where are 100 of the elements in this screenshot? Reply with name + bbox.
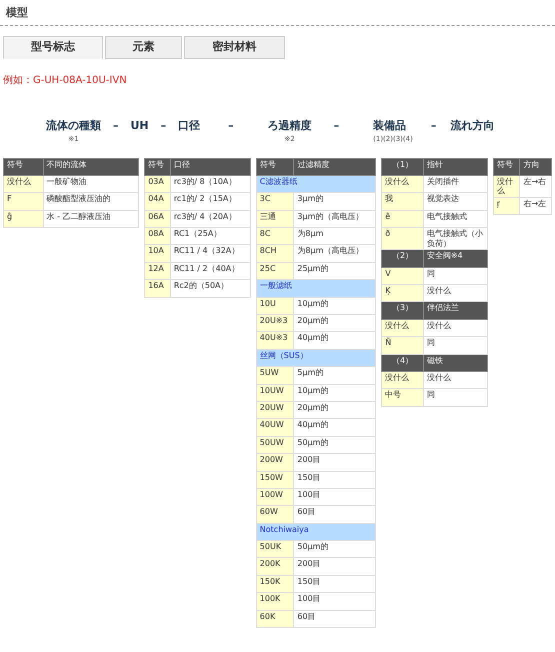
table-cell: RC1（25A） xyxy=(170,228,250,245)
table-cell: 10μm的 xyxy=(294,297,376,315)
table-cell: 没什么 xyxy=(423,371,488,389)
table-cell: 3μm的 xyxy=(294,192,376,210)
table-cell: 视觉表达 xyxy=(423,192,488,210)
table-cell: 电气接触式 xyxy=(423,210,488,228)
separator-dash: – xyxy=(113,118,118,134)
table-cell: 10U xyxy=(256,297,294,315)
table-cell: 同 xyxy=(423,388,488,406)
table-cell: 3C xyxy=(256,192,294,210)
table-cell: 40U※3 xyxy=(256,332,294,350)
table-cell: ŗ xyxy=(493,198,520,215)
table-cell: 60目 xyxy=(294,506,376,524)
table-cell: F xyxy=(4,192,44,210)
table-cell: 200W xyxy=(256,454,294,472)
table-cell: 40μm的 xyxy=(294,418,376,436)
code-term: 口径 xyxy=(178,118,200,134)
section-header: 一般滤纸 xyxy=(256,280,376,298)
table-cell: Ķ xyxy=(382,284,424,302)
table-cell: Ñ xyxy=(382,336,424,354)
table-cell: 8CH xyxy=(256,244,294,262)
table-cell: rc1的/ 2（15A） xyxy=(170,192,250,210)
table-cell: 50UW xyxy=(256,436,294,454)
table-cell: 150K xyxy=(256,575,294,593)
table-cell: 40UW xyxy=(256,418,294,436)
table-cell: 200目 xyxy=(294,454,376,472)
table-cell: 8C xyxy=(256,228,294,245)
table-cell: 一般矿物油 xyxy=(43,175,139,193)
table-cell: 3μm的（高电压） xyxy=(294,210,376,228)
page-title: 模型 xyxy=(0,0,555,26)
table-cell: rc3的/ 4（20A） xyxy=(170,210,250,228)
code-term: 流れ方向 xyxy=(450,118,494,134)
table-cell: 5μm的 xyxy=(294,366,376,384)
table-cell: 16A xyxy=(144,280,170,298)
table-cell: 没什么 xyxy=(423,319,488,337)
table-cell: 200K xyxy=(256,558,294,576)
section-header: C滤波器纸 xyxy=(256,175,376,193)
table-header-cell: 符号 xyxy=(144,158,170,176)
section-header: 丝网（SUS） xyxy=(256,349,376,367)
table-header-cell: （2） xyxy=(382,250,424,268)
table-cell: 5UW xyxy=(256,366,294,384)
table-cell: 20μm的 xyxy=(294,401,376,419)
table-cell: 磷酸酯型液压油的 xyxy=(43,192,139,210)
separator-dash: – xyxy=(160,118,166,134)
table-cell: 右→左 xyxy=(520,198,552,215)
table-cell: 左→右 xyxy=(520,175,552,198)
table-cell: 200目 xyxy=(294,558,376,576)
table-cell: 水 - 乙二醇液压油 xyxy=(43,210,139,228)
table-cell: 100K xyxy=(256,592,294,610)
table-cell: 10μm的 xyxy=(294,384,376,402)
table-header-cell: 符号 xyxy=(4,158,44,176)
code-term: 装備品 xyxy=(373,118,406,132)
table-header-cell: 不同的流体 xyxy=(43,158,139,176)
table-cell: 没什么 xyxy=(493,175,520,198)
table-cell: 没什么 xyxy=(382,319,424,337)
tab[interactable]: 型号标志 xyxy=(3,36,103,58)
table-cell: 25C xyxy=(256,262,294,280)
table-cell: 没什么 xyxy=(382,175,424,193)
table-cell: 没什么 xyxy=(4,175,44,193)
table-cell: 为8μm xyxy=(294,228,376,245)
table-cell: 150目 xyxy=(294,575,376,593)
table-cell: 100目 xyxy=(294,488,376,506)
code-term: ろ過精度 xyxy=(268,118,312,132)
table-cell: 没什么 xyxy=(382,371,424,389)
table-cell: 08A xyxy=(144,228,170,245)
table-cell: 同 xyxy=(423,267,488,285)
table-cell: 150W xyxy=(256,471,294,488)
table-cell: 04A xyxy=(144,192,170,210)
table-cell: 60W xyxy=(256,506,294,524)
table-cell: 10A xyxy=(144,244,170,262)
table-header-cell: 方向 xyxy=(520,158,552,176)
table-cell: Rc2的（50A） xyxy=(170,280,250,298)
table-cell: 03A xyxy=(144,175,170,193)
table-cell: 60目 xyxy=(294,610,376,628)
table-cell: 50μm的 xyxy=(294,436,376,454)
table-cell: 20μm的 xyxy=(294,314,376,332)
separator-dash: – xyxy=(334,118,340,134)
table-cell: 100W xyxy=(256,488,294,506)
table-cell: 20U※3 xyxy=(256,314,294,332)
table-cell: 50UK xyxy=(256,540,294,558)
table-header-cell: （1） xyxy=(382,158,424,176)
code-term: UH xyxy=(130,118,149,134)
table-cell: 同 xyxy=(423,336,488,354)
table-cell: 我 xyxy=(382,192,424,210)
table-header-cell: 安全阀※4 xyxy=(423,250,488,268)
table-cell: RC11 / 2（40A） xyxy=(170,262,250,280)
table-cell: 50μm的 xyxy=(294,540,376,558)
example-text: 例如：G-UH-08A-10U-IVN xyxy=(2,74,128,88)
table-cell: 150目 xyxy=(294,471,376,488)
tab[interactable]: 密封材料 xyxy=(184,36,285,58)
tab[interactable]: 元素 xyxy=(105,36,182,58)
table-cell: rc3的/ 8（10A） xyxy=(170,175,250,193)
table-cell: 中号 xyxy=(382,388,424,406)
table-cell: ð xyxy=(382,228,424,250)
table-cell: ê xyxy=(382,210,424,228)
table-header-cell: 伴侣法兰 xyxy=(423,302,488,320)
table-cell: 100目 xyxy=(294,592,376,610)
table-header-cell: 指针 xyxy=(423,158,488,176)
section-header: Notchiwaiya xyxy=(256,523,376,541)
table-cell: 20UW xyxy=(256,401,294,419)
